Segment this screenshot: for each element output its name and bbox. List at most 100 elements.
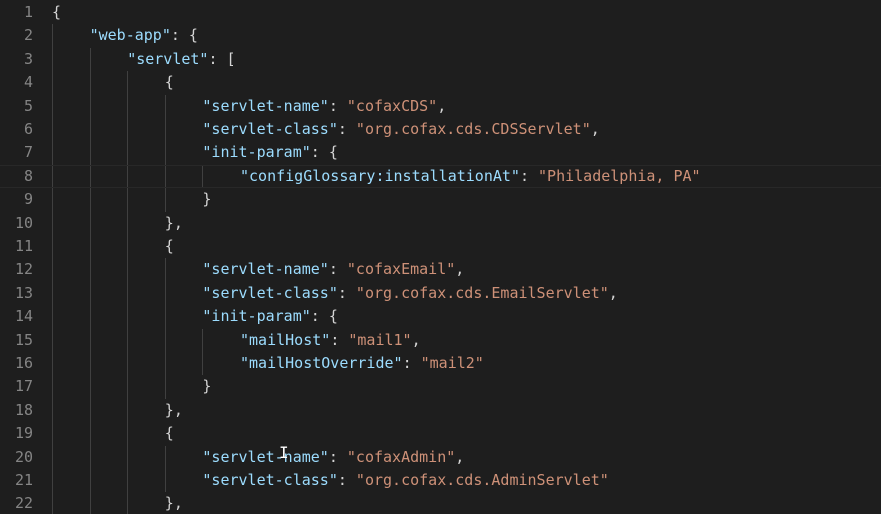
indent-guide [164,281,166,306]
indent-guide [164,469,166,493]
indent-guide [164,352,166,376]
indent-guide [127,258,129,282]
line-number: 20 [14,447,33,466]
indent-guide [164,118,166,142]
code-line[interactable]: 19 { [0,422,881,446]
indent-guide [52,211,53,235]
code-text: "servlet-class": "org.cofax.cds.EmailSer… [202,282,617,305]
json-punctuation: }, [164,213,183,232]
code-text: "servlet": [ [127,48,235,71]
indent-guide [164,258,166,282]
indent-guide [89,398,91,423]
json-key: "configGlossary:installationAt" [240,166,520,185]
indent-guide [127,94,129,118]
code-line[interactable]: 13 "servlet-class": "org.cofax.cds.EmailS… [0,281,881,306]
code-line[interactable]: 4{ [0,71,881,95]
code-line[interactable]: 20 "servlet-name": "cofaxAdmin", [0,445,881,469]
indent-guide [89,281,91,306]
indent-guide [127,281,129,306]
indent-guide [164,188,166,212]
code-line[interactable]: 1{ [0,1,881,24]
code-editor[interactable]: 1{2 "web-app": {3 "servlet": [4{5 "servlet-… [0,0,881,514]
json-string: "cofaxAdmin" [346,447,456,466]
json-key: "servlet-class" [202,471,338,489]
code-line[interactable]: 10}, [0,211,881,235]
code-text: { [52,1,61,24]
json-punctuation: : [328,447,347,466]
indent-guide [127,165,129,188]
code-line[interactable]: 3 "servlet": [ [0,47,881,72]
indent-guide [52,352,53,376]
indent-guide [89,469,91,493]
line-number: 6 [23,120,33,138]
indent-guide [52,235,53,259]
indent-guide [52,71,53,95]
indent-guide [89,71,91,95]
code-line[interactable]: 7 "init-param": { [0,141,881,165]
indent-guide [89,188,91,212]
indent-guide [127,188,129,212]
code-text: }, [165,212,183,235]
code-line[interactable]: 14 "init-param": { [0,305,881,329]
indent-guide [127,398,129,423]
indent-guide [89,118,91,142]
json-key: "servlet-name" [202,260,329,279]
json-punctuation: }, [164,400,183,419]
code-text: "configGlossary:installationAt": "Philad… [240,166,701,187]
indent-guide [164,375,166,399]
code-text: } [202,375,211,398]
code-line[interactable]: 22}, [0,492,881,514]
indent-guide [89,47,91,72]
code-line[interactable]: 12 "servlet-name": "cofaxEmail", [0,258,881,282]
json-key: "mailHostOverride" [240,354,403,372]
code-line[interactable]: 8 "configGlossary:installationAt": "Phila… [0,164,881,189]
code-line[interactable]: 21 "servlet-class": "org.cofax.cds.AdminS… [0,469,881,493]
indent-guide [127,445,129,469]
code-line[interactable]: 16 "mailHostOverride": "mail2" [0,352,881,376]
indent-guide [127,141,129,165]
line-number: 3 [23,49,33,68]
json-punctuation: : [328,96,347,115]
code-text: "servlet-class": "org.cofax.cds.CDSServl… [202,118,599,141]
json-key: "servlet-class" [202,283,338,302]
code-line[interactable]: 9} [0,188,881,212]
indent-guide [164,305,166,329]
json-punctuation: : [337,120,356,138]
json-punctuation: : [519,166,539,185]
line-number: 12 [14,260,33,279]
indent-guide [89,235,91,259]
indent-guide [89,445,91,469]
code-line[interactable]: 15 "mailHost": "mail1", [0,328,881,352]
json-punctuation: }, [164,494,183,513]
code-line[interactable]: 5 "servlet-name": "cofaxCDS", [0,94,881,118]
code-line[interactable]: 11 { [0,235,881,259]
indent-guide [164,165,166,188]
json-punctuation: : { [310,307,338,326]
line-number: 19 [14,424,33,443]
line-number: 11 [14,237,33,255]
indent-guide [127,492,129,514]
indent-guide [52,305,53,329]
indent-guide [52,398,53,423]
code-line[interactable]: 18}, [0,398,881,423]
indent-guide [52,47,53,72]
code-text: "servlet-name": "cofaxAdmin", [202,446,464,469]
json-punctuation: , [411,330,421,349]
code-line[interactable]: 6 "servlet-class": "org.cofax.cds.CDSServ… [0,118,881,142]
indent-guide [127,305,129,329]
indent-guide [52,165,53,188]
line-number: 22 [14,494,33,513]
code-line[interactable]: 2 "web-app": { [0,24,881,48]
indent-guide [89,328,91,352]
json-punctuation: , [608,283,618,302]
json-key: "servlet" [127,49,209,68]
json-punctuation: : { [170,26,198,45]
indent-guide [164,445,166,469]
indent-guide [127,328,129,352]
line-number: 8 [23,166,33,185]
json-string: "mail2" [420,354,484,372]
line-number: 9 [23,190,33,209]
code-line[interactable]: 17} [0,375,881,399]
indent-guide [52,469,53,493]
indent-guide [202,352,204,376]
